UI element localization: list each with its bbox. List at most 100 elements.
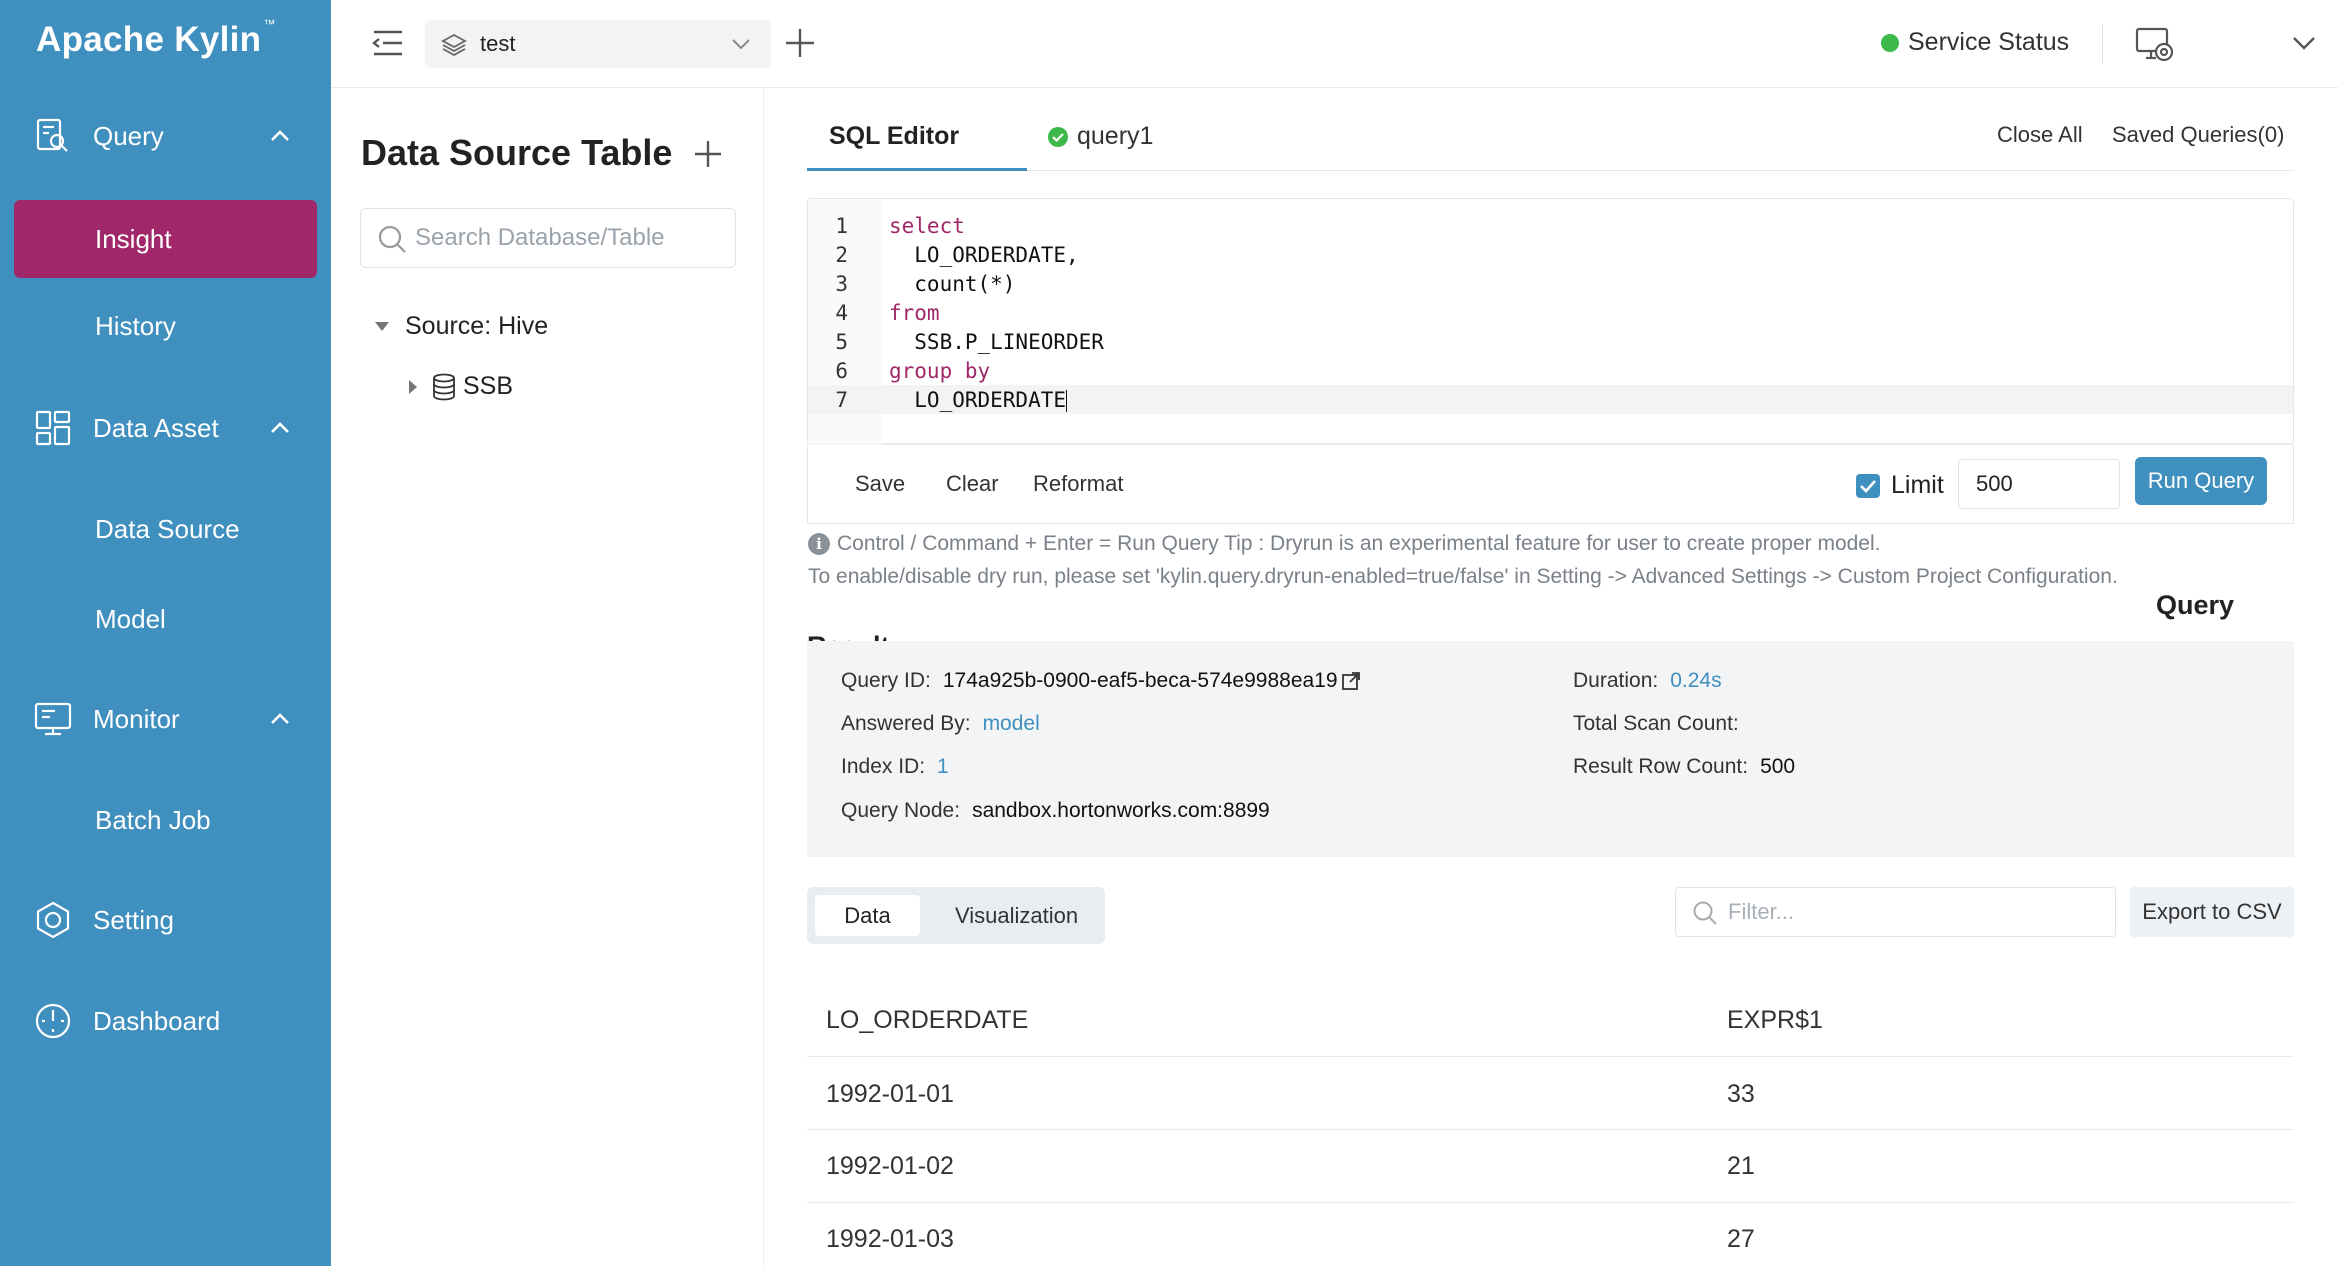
run-query-button[interactable]: Run Query: [2135, 457, 2267, 505]
limit-input[interactable]: 500: [1958, 459, 2120, 509]
duration-value[interactable]: 0.24s: [1670, 669, 1721, 693]
index-id-link[interactable]: 1: [937, 755, 949, 779]
sidebar-item-model[interactable]: Model: [14, 580, 317, 658]
chevron-up-icon: [271, 422, 289, 433]
clear-button[interactable]: Clear: [946, 471, 999, 497]
tree-source-hive[interactable]: Source: Hive: [375, 312, 548, 341]
scan-count-row: Total Scan Count:: [1573, 712, 1751, 736]
nav-group-data-asset[interactable]: Data Asset: [0, 393, 331, 463]
query-result-info: Query ID: 174a925b-0900-eaf5-beca-574e99…: [807, 641, 2294, 857]
export-csv-button[interactable]: Export to CSV: [2130, 887, 2294, 937]
code-text: SSB.P_LINEORDER: [889, 330, 1104, 354]
nav-group-dashboard[interactable]: Dashboard: [0, 986, 331, 1056]
tree-database-ssb[interactable]: SSB: [409, 372, 513, 401]
service-status[interactable]: Service Status: [1881, 28, 2069, 57]
nav-group-monitor-label: Monitor: [93, 703, 180, 734]
table-cell: 1992-01-02: [826, 1152, 954, 1180]
chevron-up-icon: [271, 713, 289, 724]
row-divider: [807, 1202, 2294, 1203]
sql-text: LO_ORDERDATE,: [889, 242, 1079, 267]
divider: [2102, 24, 2103, 64]
dashboard-icon: [35, 1003, 71, 1039]
nav-group-query[interactable]: Query: [0, 101, 331, 171]
code-line: 6 group by: [808, 356, 2293, 385]
filter-input[interactable]: [1728, 896, 2098, 928]
datasource-search-input[interactable]: [415, 219, 715, 257]
tab-query1[interactable]: query1: [1047, 122, 1153, 151]
code-line-current: 7 LO_ORDERDATE: [808, 385, 2293, 414]
sidebar-item-batch-job[interactable]: Batch Job: [14, 781, 317, 859]
code-line: 4 from: [808, 298, 2293, 327]
monitor-settings-icon[interactable]: [2134, 25, 2174, 63]
collapse-menu-icon[interactable]: [371, 28, 405, 58]
sidebar-item-insight[interactable]: Insight: [14, 200, 317, 278]
query-node-value: sandbox.hortonworks.com:8899: [972, 799, 1270, 822]
data-source-title: Data Source Table: [361, 132, 673, 173]
chevron-down-icon[interactable]: [2291, 33, 2317, 53]
sql-editor[interactable]: 1 select 2 LO_ORDERDATE, 3 count(*) 4 from…: [807, 198, 2294, 445]
status-dot: [1881, 33, 1899, 52]
query-id-row: Query ID: 174a925b-0900-eaf5-beca-574e99…: [841, 669, 1361, 693]
code-line: 3 count(*): [808, 269, 2293, 298]
row-count-row: Result Row Count: 500: [1573, 755, 1795, 779]
nav-group-monitor[interactable]: Monitor: [0, 684, 331, 754]
line-number: 5: [835, 329, 848, 354]
line-number: 7: [835, 387, 848, 412]
query-id-label: Query ID:: [841, 669, 931, 692]
sql-keyword: select: [889, 213, 965, 238]
code-line: 5 SSB.P_LINEORDER: [808, 327, 2293, 356]
column-header-lo-orderdate[interactable]: LO_ORDERDATE: [826, 1006, 1028, 1035]
sidebar-item-data-source[interactable]: Data Source: [14, 490, 317, 568]
index-id-row: Index ID: 1: [841, 755, 949, 779]
save-button[interactable]: Save: [855, 471, 905, 497]
sidebar-item-label: Model: [95, 603, 166, 634]
project-select[interactable]: test: [425, 20, 771, 68]
sql-keyword: group by: [889, 358, 991, 383]
add-datasource-icon[interactable]: [692, 138, 724, 170]
info-icon: i: [808, 533, 830, 555]
caret-right-icon[interactable]: [409, 379, 417, 394]
code-text: LO_ORDERDATE: [889, 388, 1068, 412]
saved-queries-button[interactable]: Saved Queries(0): [2112, 122, 2284, 148]
line-number: 2: [835, 242, 848, 267]
query-icon: [36, 118, 68, 152]
sidebar-item-history[interactable]: History: [14, 287, 317, 365]
reformat-button[interactable]: Reformat: [1033, 471, 1123, 497]
row-count-label: Result Row Count:: [1573, 755, 1749, 778]
caret-down-icon[interactable]: [375, 322, 389, 331]
tab-data[interactable]: Data: [815, 895, 920, 936]
chevron-up-icon: [271, 130, 289, 141]
active-tab-indicator: [807, 168, 1027, 171]
code-text: from: [889, 301, 940, 325]
close-all-button[interactable]: Close All: [1997, 122, 2083, 148]
tab-visualization[interactable]: Visualization: [955, 895, 1078, 936]
nav-group-query-label: Query: [93, 120, 164, 151]
row-divider: [807, 1056, 2294, 1057]
code-text: count(*): [889, 272, 1015, 296]
external-link-icon[interactable]: [1341, 671, 1361, 691]
column-header-expr1[interactable]: EXPR$1: [1727, 1006, 1823, 1035]
answered-by-link[interactable]: model: [983, 712, 1040, 736]
scan-count-label: Total Scan Count:: [1573, 712, 1739, 735]
layers-icon: [441, 33, 467, 57]
tab-sql-editor[interactable]: SQL Editor: [829, 122, 959, 151]
row-divider: [807, 1129, 2294, 1130]
nav-group-setting[interactable]: Setting: [0, 885, 331, 955]
result-view-toggle: Data Visualization: [807, 887, 1105, 944]
limit-checkbox[interactable]: [1856, 474, 1880, 498]
add-project-icon[interactable]: [783, 26, 817, 60]
database-icon: [433, 373, 455, 400]
limit-label: Limit: [1891, 471, 1944, 499]
table-cell: 1992-01-01: [826, 1080, 954, 1108]
setting-icon: [36, 901, 70, 939]
tab-divider: [807, 170, 2294, 171]
line-number: 1: [835, 213, 848, 238]
tab-query1-label: query1: [1077, 122, 1154, 150]
line-number: 6: [835, 358, 848, 383]
result-filter: [1675, 887, 2116, 937]
text-cursor: [1066, 389, 1068, 412]
project-name: test: [480, 31, 516, 56]
query-heading: Query: [2156, 590, 2235, 620]
code-line: 2 LO_ORDERDATE,: [808, 240, 2293, 269]
app-logo[interactable]: Apache Kylin ™: [36, 17, 276, 60]
